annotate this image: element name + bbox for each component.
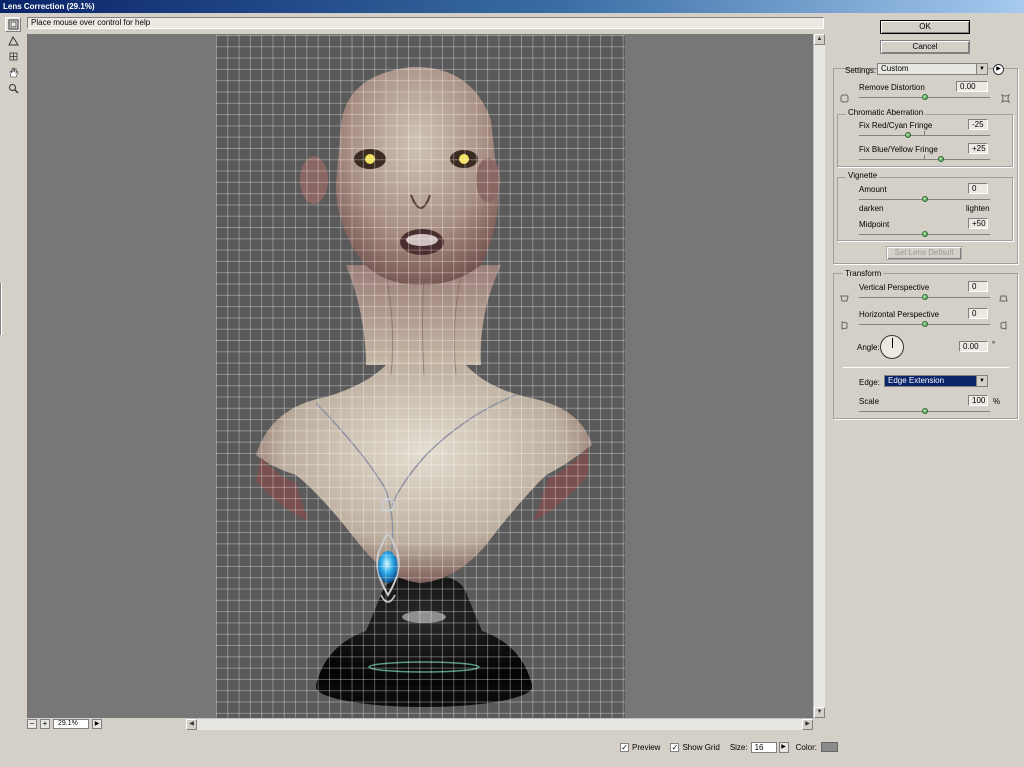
scroll-down-icon[interactable]: ▼ [814,707,825,718]
lighten-label: lighten [966,204,990,213]
zoom-level-field[interactable]: 29.1% [53,719,89,729]
vertical-perspective-label: Vertical Perspective [859,283,930,292]
settings-label: Settings: [845,66,877,75]
horizontal-perspective-plus-icon [1000,321,1007,330]
remove-distortion-label: Remove Distortion [859,83,925,92]
grid-size-arrow-icon[interactable]: ▶ [778,741,789,753]
chevron-down-icon: ▼ [976,376,987,386]
preview-label: Preview [632,742,661,752]
vignette-title: Vignette [846,171,880,180]
preview-checkbox[interactable]: ✓ [620,742,629,752]
set-lens-default-button[interactable]: Set Lens Default [886,246,962,260]
ok-button[interactable]: OK [880,20,970,34]
red-cyan-center-tick [924,131,925,136]
red-cyan-field[interactable]: -25 [968,119,988,130]
settings-value: Custom [881,64,909,73]
barrel-distortion-icon [840,94,849,103]
zoom-menu-arrow-icon[interactable]: ▶ [92,719,102,729]
midpoint-label: Midpoint [859,220,890,229]
darken-label: darken [859,204,884,213]
angle-unit: ° [992,340,996,349]
straighten-tool-icon[interactable] [5,33,21,48]
scroll-left-icon[interactable]: ◀ [186,719,197,730]
scale-slider[interactable] [921,408,928,414]
cancel-button[interactable]: Cancel [880,40,970,54]
scroll-up-icon[interactable]: ▲ [814,34,825,45]
zoom-in-button[interactable]: + [40,719,50,729]
bust-sculpture-image [256,66,592,707]
toolbox [5,17,21,97]
vertical-perspective-plus-icon [999,295,1008,302]
window-title: Lens Correction (29.1%) [0,0,1024,13]
horizontal-perspective-slider[interactable] [921,321,928,327]
horizontal-scrollbar[interactable]: ◀ ▶ [186,718,813,730]
zoom-controls: − + 29.1% ▶ [27,718,102,730]
remove-distortion-tool-icon[interactable] [5,17,21,32]
remove-distortion-slider[interactable] [921,94,928,100]
size-label: Size: [729,742,748,752]
chevron-down-icon: ▼ [976,64,987,74]
edge-value: Edge Extension [888,376,945,385]
view-options: ✓ Preview ✓ Show Grid Size: 16 ▶ Color: [620,740,838,754]
remove-distortion-field[interactable]: 0.00 [956,81,988,92]
blue-yellow-slider[interactable] [937,156,944,162]
help-text: Place mouse over control for help [27,17,824,29]
angle-label: Angle: [857,343,880,352]
settings-menu-icon[interactable]: ▶ [993,64,1004,75]
settings-dropdown[interactable]: Custom ▼ [877,63,988,75]
scale-field[interactable]: 100 [968,395,988,406]
color-label: Color: [795,742,817,752]
amount-field[interactable]: 0 [968,183,988,194]
show-grid-checkbox[interactable]: ✓ [670,742,680,752]
scale-unit: % [993,397,1001,406]
left-edge-marker [0,283,2,335]
blue-yellow-label: Fix Blue/Yellow Fringe [859,145,938,154]
move-grid-tool-icon[interactable] [5,49,21,64]
zoom-out-button[interactable]: − [27,719,37,729]
vertical-perspective-field[interactable]: 0 [968,281,988,292]
grid-color-swatch[interactable] [820,742,838,752]
vertical-perspective-minus-icon [840,295,849,302]
transform-separator [843,367,1009,368]
vertical-scrollbar[interactable]: ▲ ▼ [813,34,825,718]
horizontal-perspective-minus-icon [841,321,848,330]
scroll-right-icon[interactable]: ▶ [802,719,813,730]
horizontal-perspective-label: Horizontal Perspective [859,310,940,319]
horizontal-perspective-field[interactable]: 0 [968,308,988,319]
chromatic-aberration-title: Chromatic Aberration [846,108,926,117]
pincushion-distortion-icon [1001,94,1010,103]
angle-dial[interactable] [880,335,904,359]
blue-yellow-center-tick [924,155,925,160]
blue-yellow-field[interactable]: +25 [968,143,988,154]
midpoint-slider[interactable] [921,231,928,237]
edge-dropdown[interactable]: Edge Extension ▼ [884,375,988,387]
amount-slider[interactable] [921,196,928,202]
edge-label: Edge: [859,378,880,387]
zoom-tool-icon[interactable] [5,81,21,96]
show-grid-label: Show Grid [682,742,720,752]
scale-label: Scale [859,397,880,406]
midpoint-field[interactable]: +50 [968,218,988,229]
vertical-perspective-slider[interactable] [921,294,928,300]
grid-size-field[interactable]: 16 [750,741,777,753]
hand-tool-icon[interactable] [5,65,21,80]
preview-image [216,35,625,718]
red-cyan-label: Fix Red/Cyan Fringe [859,121,933,130]
amount-label: Amount [859,185,887,194]
angle-field[interactable]: 0.00 [959,341,988,352]
preview-viewport[interactable] [27,34,813,718]
transform-title: Transform [843,269,884,278]
